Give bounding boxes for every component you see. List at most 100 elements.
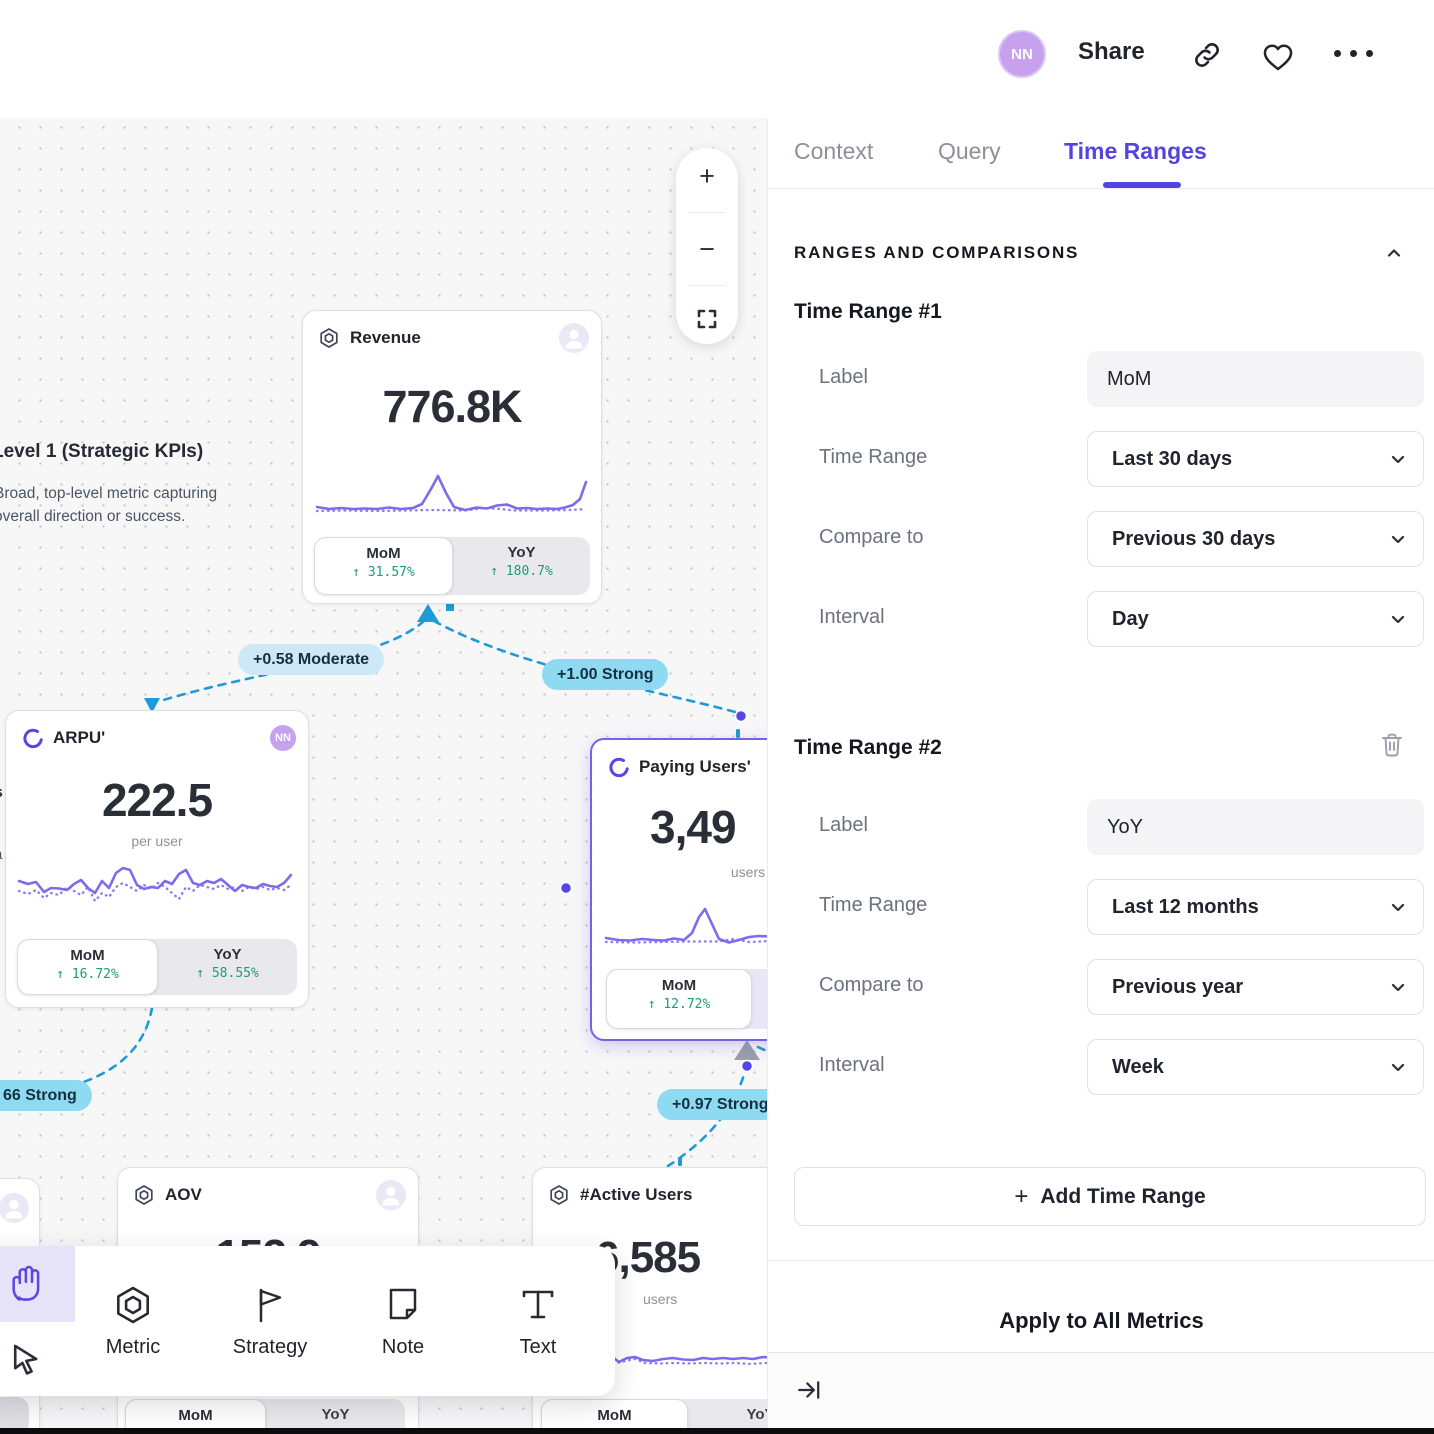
metric-value: 3,49	[650, 800, 736, 854]
metric-value: 776.8K	[303, 381, 601, 433]
metric-unit: users	[643, 1291, 677, 1307]
tab-yoy[interactable]	[752, 969, 767, 1029]
apply-to-all-metrics-button[interactable]: Apply to All Metrics	[768, 1308, 1434, 1334]
owner-avatar-icon	[559, 323, 589, 353]
dot	[1334, 50, 1341, 57]
label-input[interactable]: MoM	[1087, 351, 1424, 407]
arrowhead-up-revenue	[417, 604, 439, 622]
add-text-button[interactable]: Text	[478, 1246, 598, 1396]
metric-card-paying-users[interactable]: Paying Users' 3,49 users MoM ↑ 12.72%	[590, 738, 767, 1041]
section-title: RANGES AND COMPARISONS	[794, 243, 1079, 263]
bottom-edge-bar	[0, 1428, 1434, 1434]
canvas-toolbar: Metric Strategy Note	[0, 1246, 615, 1396]
owner-avatar-icon	[376, 1180, 406, 1210]
settings-panel: Context Query Time Ranges RANGES AND COM…	[767, 118, 1434, 1434]
tab-yoy[interactable]: YoY ↑ 58.55%	[158, 939, 297, 995]
anchor-tick-paying	[736, 729, 740, 738]
chevron-down-icon	[1389, 610, 1407, 628]
metric-card-arpu[interactable]: ARPU' NN 222.5 per user MoM ↑ 16.72% YoY…	[5, 710, 309, 1008]
tab-mom[interactable]: MoM ↑ 16.72%	[17, 939, 158, 995]
select-tool-button[interactable]	[0, 1322, 75, 1396]
share-button[interactable]: Share	[1078, 38, 1145, 66]
tab-yoy[interactable]: YoY ↑ 180.7%	[453, 537, 590, 595]
favorite-heart-icon[interactable]	[1261, 40, 1295, 72]
add-note-button[interactable]: Note	[343, 1246, 463, 1396]
app-root: Level 1 (Strategic KPIs) Broad, top-leve…	[0, 0, 1434, 1434]
anchor-square-revenue	[446, 603, 454, 611]
chevron-up-icon[interactable]	[1384, 243, 1404, 263]
card-title: #Active Users	[580, 1185, 692, 1205]
metric-card-revenue[interactable]: Revenue 776.8K MoM ↑ 31.57% YoY	[302, 310, 602, 604]
collapse-panel-icon[interactable]	[796, 1377, 822, 1403]
anchor-tick-active	[678, 1157, 682, 1166]
correlation-badge[interactable]: +0.58 Moderate	[238, 644, 384, 675]
divider	[689, 212, 725, 213]
user-avatar[interactable]: NN	[998, 30, 1046, 78]
chevron-down-icon	[1389, 450, 1407, 468]
interval-select[interactable]: Week	[1087, 1039, 1424, 1095]
zoom-in-button[interactable]: +	[699, 162, 715, 190]
card-title: Revenue	[350, 328, 421, 348]
level-note-line1: Broad, top-level metric capturing	[0, 482, 217, 505]
copy-link-icon[interactable]	[1192, 40, 1222, 70]
hand-tool-button[interactable]	[0, 1246, 75, 1322]
field-label: Interval	[819, 1054, 885, 1077]
loading-arc-icon	[21, 727, 43, 749]
level-note-title: Level 1 (Strategic KPIs)	[0, 441, 203, 463]
fit-to-screen-icon[interactable]	[696, 308, 718, 330]
interval-select[interactable]: Day	[1087, 591, 1424, 647]
tab-time-ranges[interactable]: Time Ranges	[1064, 138, 1207, 165]
chevron-down-icon	[1389, 530, 1407, 548]
add-metric-button[interactable]: Metric	[73, 1246, 193, 1396]
card-title: AOV	[165, 1185, 202, 1205]
metric-unit: per user	[6, 833, 308, 849]
handle-dot-paying-bottom	[742, 1061, 753, 1072]
tab-mom[interactable]: MoM ↑ 12.72%	[606, 969, 752, 1029]
correlation-badge[interactable]: 66 Strong	[0, 1080, 92, 1111]
correlation-badge[interactable]: +0.97 Strong	[657, 1089, 767, 1120]
label-input[interactable]: YoY	[1087, 799, 1424, 855]
loading-arc-icon	[607, 756, 629, 778]
sparkline-chart	[604, 902, 767, 954]
correlation-badge[interactable]: +1.00 Strong	[542, 659, 668, 690]
field-label: Label	[819, 366, 868, 389]
metric-value: 222.5	[6, 773, 308, 827]
divider	[768, 1260, 1434, 1261]
compare-to-select[interactable]: Previous year	[1087, 959, 1424, 1015]
chevron-down-icon	[1389, 898, 1407, 916]
tab-query[interactable]: Query	[938, 138, 1001, 165]
trash-icon[interactable]	[1379, 731, 1405, 759]
edge-arpu-down	[78, 1008, 152, 1084]
comparison-tabbar: MoM ↑ 12.72%	[606, 969, 767, 1029]
clipped-text-fragment: a	[0, 846, 2, 863]
app-header: NN Share	[0, 0, 1434, 118]
time-range-select[interactable]: Last 30 days	[1087, 431, 1424, 487]
handle-dot-paying-top	[736, 711, 747, 722]
tab-mom[interactable]: MoM ↑ 31.57%	[314, 537, 453, 595]
metric-hexagon-icon	[133, 1184, 155, 1206]
level-note-line2: overall direction or success.	[0, 505, 217, 528]
hand-icon	[7, 1264, 47, 1304]
more-options-button[interactable]	[1334, 50, 1373, 57]
metric-hexagon-icon	[318, 327, 340, 349]
sparkline-chart	[17, 857, 297, 919]
text-icon	[516, 1283, 560, 1327]
handle-dot-paying-left	[561, 883, 572, 894]
metric-tree-canvas[interactable]: Level 1 (Strategic KPIs) Broad, top-leve…	[0, 0, 767, 1434]
add-strategy-button[interactable]: Strategy	[210, 1246, 330, 1396]
chevron-down-icon	[1389, 978, 1407, 996]
tab-context[interactable]: Context	[794, 138, 873, 165]
plus-icon: +	[1014, 1183, 1028, 1211]
note-icon	[381, 1283, 425, 1327]
compare-to-select[interactable]: Previous 30 days	[1087, 511, 1424, 567]
zoom-out-button[interactable]: −	[699, 235, 715, 263]
divider	[768, 188, 1434, 189]
add-time-range-button[interactable]: + Add Time Range	[794, 1167, 1426, 1226]
time-range-select[interactable]: Last 12 months	[1087, 879, 1424, 935]
sparkline-chart	[315, 469, 590, 521]
flag-icon	[248, 1283, 292, 1327]
panel-footer	[768, 1352, 1434, 1434]
zoom-controls: + −	[676, 148, 738, 344]
field-label: Interval	[819, 606, 885, 629]
comparison-tabbar: MoM ↑ 16.72% YoY ↑ 58.55%	[17, 939, 297, 995]
